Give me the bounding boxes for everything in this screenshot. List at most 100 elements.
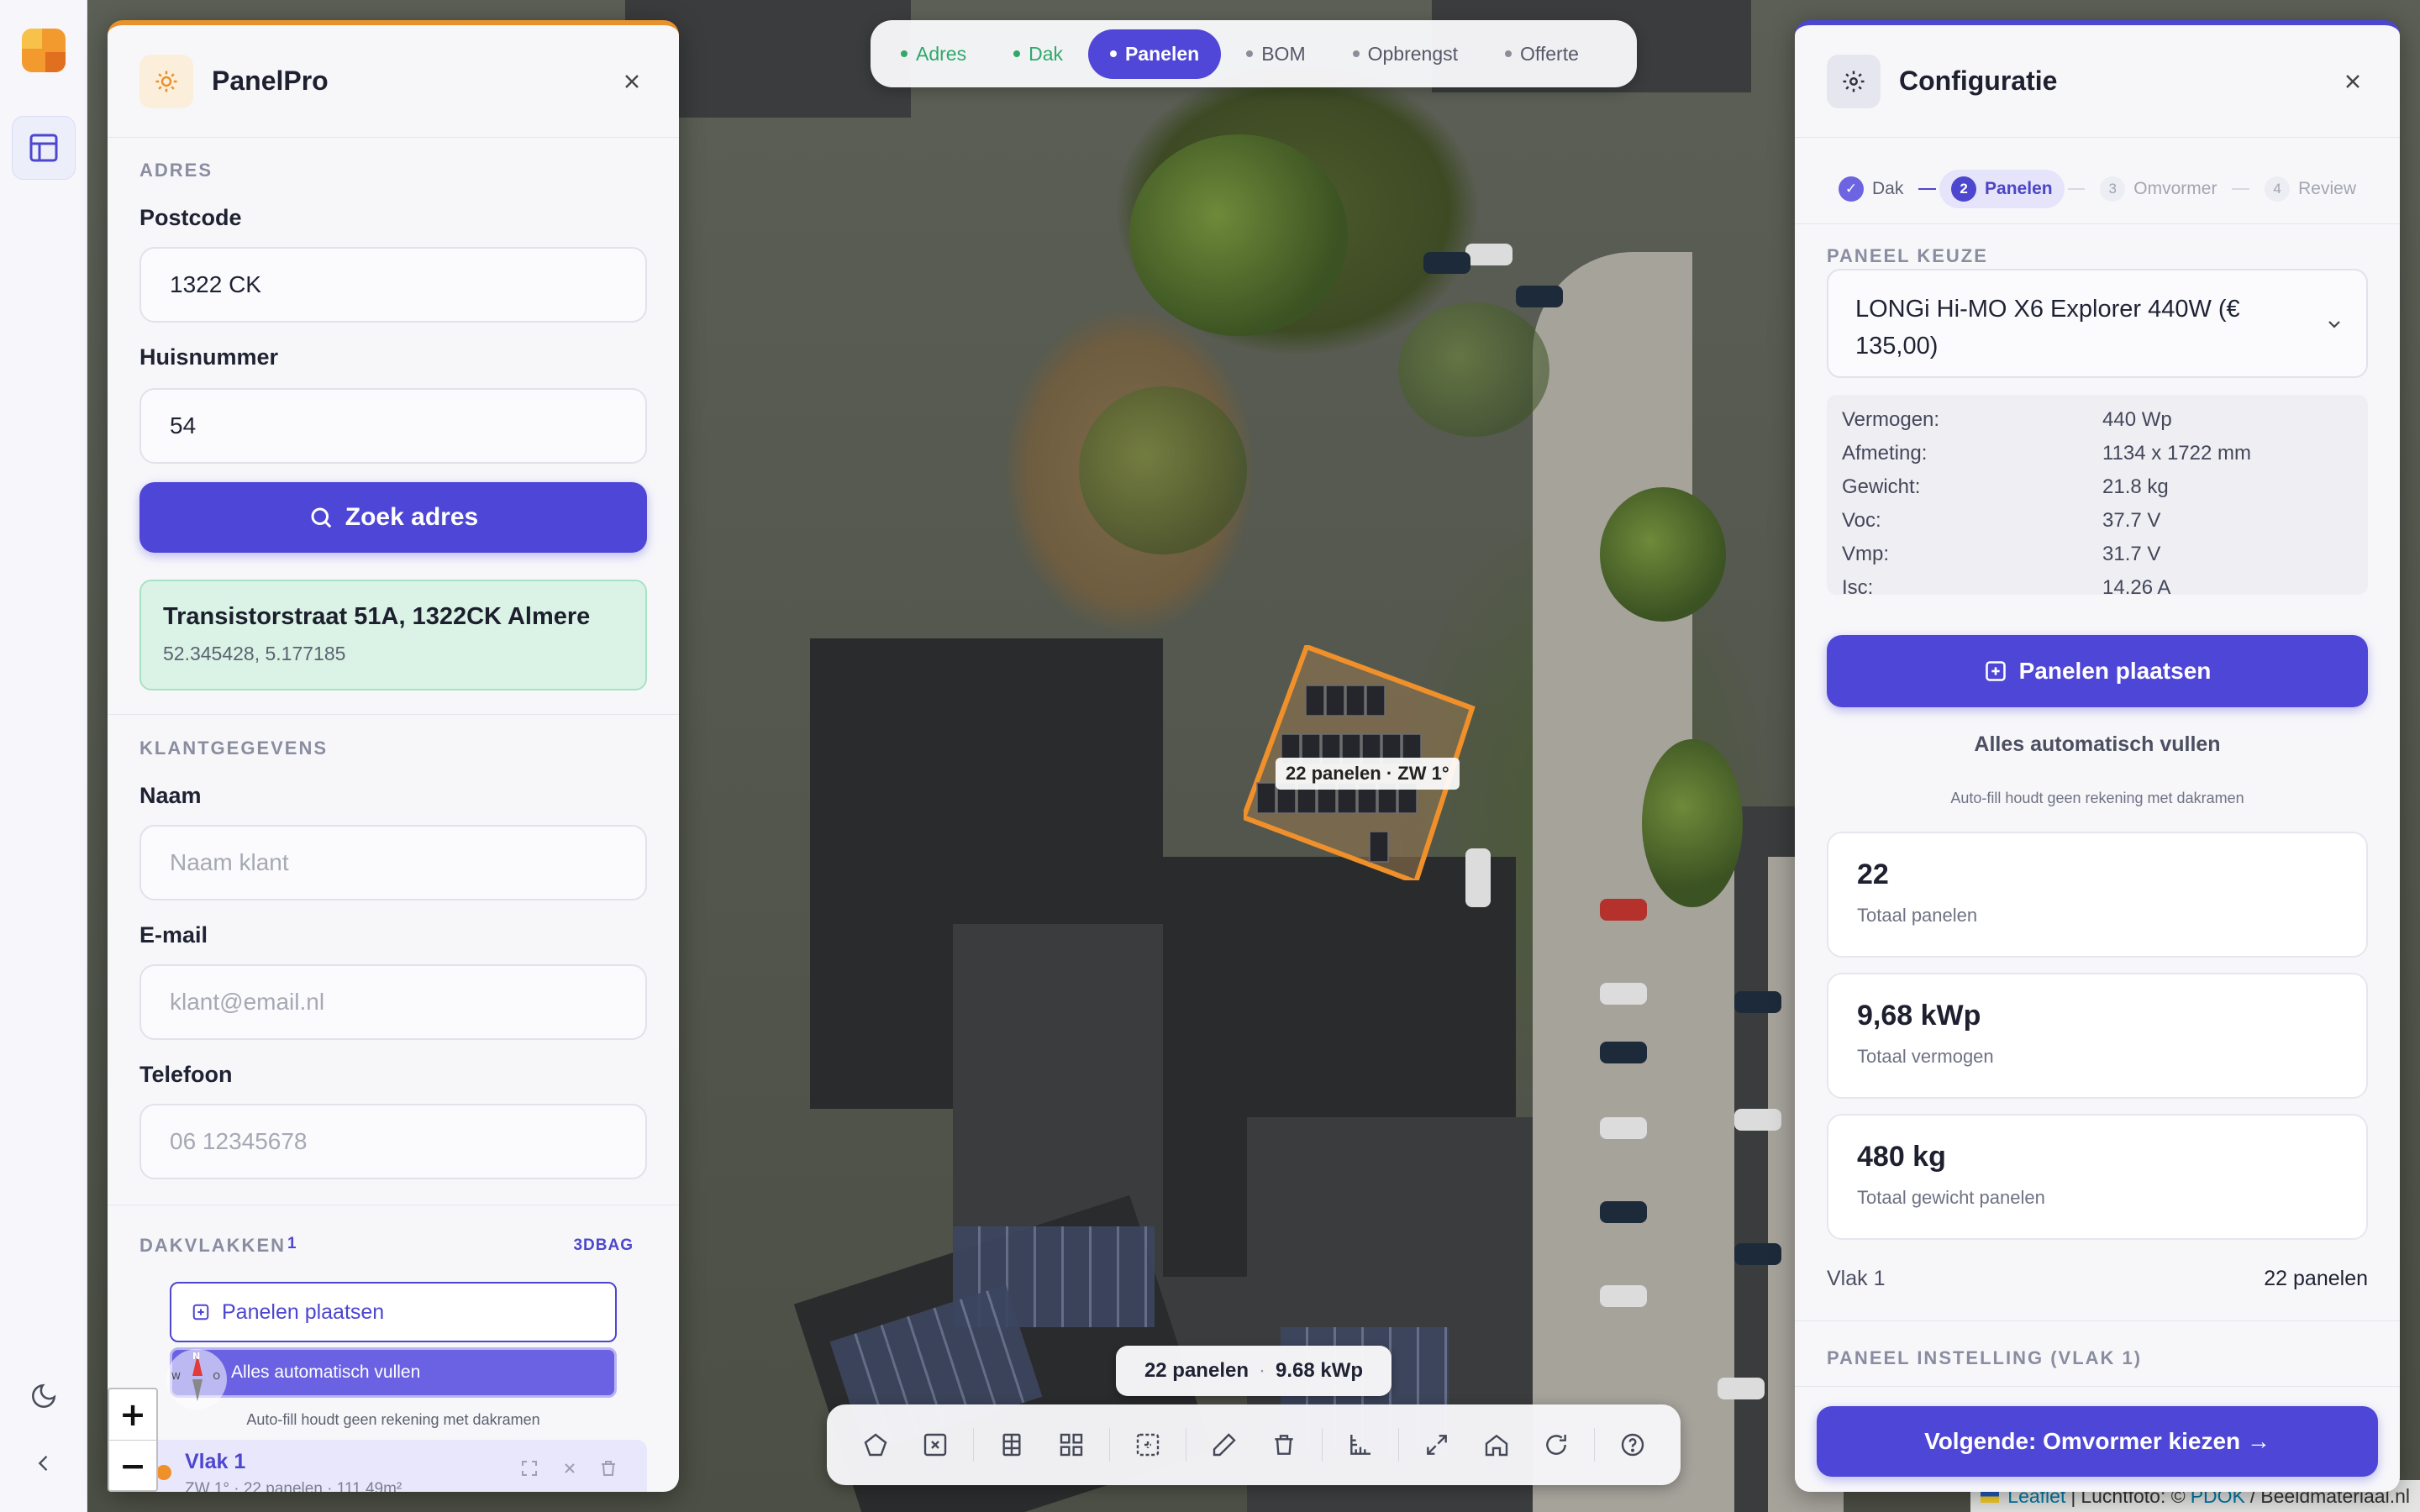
map-car — [1600, 899, 1647, 921]
wizard-step-dak[interactable]: ✓ Dak — [1827, 170, 1915, 208]
map-tree — [1642, 739, 1743, 907]
step-dot — [1246, 50, 1254, 57]
spec-value: 37.7 V — [2102, 509, 2161, 532]
pencil-icon — [1213, 1433, 1236, 1457]
layout-nav-button[interactable] — [12, 116, 76, 180]
map-car — [1718, 1378, 1765, 1399]
customer-name-input[interactable] — [139, 825, 647, 900]
map-car — [1734, 1109, 1781, 1131]
wizard-step-number: 2 — [1951, 176, 1977, 202]
map-compass[interactable]: N W O — [166, 1349, 227, 1410]
close-right-panel-button[interactable] — [2338, 66, 2368, 97]
customer-email-input[interactable] — [139, 964, 647, 1040]
email-label: E-mail — [139, 922, 208, 948]
spec-key: Vermogen: — [1842, 408, 1940, 431]
plane-delete-button[interactable] — [598, 1458, 618, 1482]
roof-plane-list-item[interactable]: Vlak 1 ZW 1° · 22 panelen · 111.49m² — [139, 1440, 647, 1492]
step-offerte[interactable]: Offerte — [1483, 29, 1601, 79]
wizard-step-panelen[interactable]: 2 Panelen — [1939, 170, 2065, 208]
panel-settings-section-title: PANEEL INSTELLING (VLAK 1) — [1827, 1347, 2143, 1368]
customer-phone-input[interactable] — [139, 1104, 647, 1179]
stat-value: 22 — [1857, 858, 1889, 890]
house-number-input[interactable] — [139, 388, 647, 464]
edit-tool[interactable] — [1202, 1423, 1246, 1467]
plus-square-icon — [192, 1304, 209, 1320]
help-tool[interactable] — [1611, 1423, 1655, 1467]
spec-key: Isc: — [1842, 576, 1874, 599]
zoom-out-button[interactable]: − — [109, 1440, 156, 1490]
step-adres[interactable]: Adres — [879, 29, 988, 79]
reset-tool[interactable] — [1534, 1423, 1578, 1467]
stat-card-power: 9,68 kWp Totaal vermogen — [1827, 973, 2368, 1099]
draw-exclusion-tool[interactable] — [913, 1423, 957, 1467]
spec-value: 21.8 kg — [2102, 475, 2169, 498]
expand-diagonal-icon — [1426, 1435, 1447, 1455]
select-dashed-icon — [1136, 1433, 1159, 1457]
stat-card-panels: 22 Totaal panelen — [1827, 832, 2368, 958]
postcode-input[interactable] — [139, 247, 647, 323]
roof-plane-label: 22 panelen · ZW 1° — [1276, 758, 1460, 790]
home-icon — [1485, 1434, 1507, 1457]
plane-fit-button[interactable] — [519, 1458, 539, 1482]
address-result-card: Transistorstraat 51A, 1322CK Almere 52.3… — [139, 580, 647, 690]
wizard-step-review[interactable]: 4 Review — [2253, 170, 2368, 208]
home-view-tool[interactable] — [1475, 1423, 1518, 1467]
spec-value: 1134 x 1722 mm — [2102, 442, 2251, 465]
autofill-button[interactable]: Alles automatisch vullen — [1795, 732, 2400, 757]
close-left-panel-button[interactable] — [617, 66, 647, 97]
next-inverter-button[interactable]: Volgende: Omvormer kiezen → — [1817, 1406, 2378, 1477]
panel-model-select[interactable]: LONGi Hi-MO X6 Explorer 440W (€ 135,00) — [1827, 269, 2368, 378]
app-badge — [139, 54, 193, 108]
left-autofill-button[interactable]: Alles automatisch vullen — [170, 1347, 617, 1398]
delete-tool[interactable] — [1262, 1423, 1306, 1467]
wizard-step-omvormer[interactable]: 3 Omvormer — [2088, 170, 2228, 208]
next-inverter-label: Volgende: Omvormer kiezen → — [1924, 1428, 2270, 1454]
place-panels-button[interactable]: Panelen plaatsen — [1827, 635, 2368, 707]
panel-layout-tool[interactable] — [1050, 1423, 1093, 1467]
wizard-step-label: Omvormer — [2133, 179, 2217, 198]
solar-panel — [1365, 685, 1386, 717]
map-car — [1423, 252, 1470, 274]
plane-remove-button[interactable] — [560, 1458, 580, 1482]
stat-value: 480 kg — [1857, 1141, 1946, 1173]
panel-grid-icon — [1002, 1433, 1021, 1457]
zoom-in-button[interactable]: + — [109, 1389, 156, 1440]
draw-polygon-tool[interactable] — [854, 1423, 897, 1467]
step-dot — [901, 50, 908, 57]
customer-section-title: KLANTGEGEVENS — [139, 738, 329, 759]
app-logo — [22, 29, 66, 72]
panel-choice-section-title: PANEEL KEUZE — [1827, 245, 1988, 266]
fullscreen-tool[interactable] — [1415, 1423, 1459, 1467]
ruler-icon — [1349, 1435, 1370, 1455]
compass-east-label: O — [213, 1371, 220, 1382]
section-divider — [1795, 1320, 2400, 1321]
map-car — [1600, 1042, 1647, 1063]
search-address-label: Zoek adres — [345, 503, 479, 531]
step-dot — [1505, 50, 1512, 57]
wizard-step-number: ✓ — [1839, 176, 1864, 202]
dark-mode-toggle[interactable] — [22, 1374, 66, 1418]
step-dak[interactable]: Dak — [992, 29, 1085, 79]
toolbar-separator — [1593, 1428, 1595, 1462]
right-panel: Configuratie ✓ Dak 2 Panelen 3 Omvormer 4 Re… — [1795, 20, 2400, 1492]
step-bom[interactable]: BOM — [1224, 29, 1327, 79]
search-address-button[interactable]: Zoek adres — [139, 482, 647, 553]
select-area-tool[interactable] — [1126, 1423, 1170, 1467]
expand-icon — [522, 1461, 537, 1476]
measure-tool[interactable] — [1339, 1423, 1382, 1467]
map-car — [1600, 1201, 1647, 1223]
left-place-panels-button[interactable]: Panelen plaatsen — [170, 1282, 617, 1342]
step-panelen[interactable]: Panelen — [1088, 29, 1222, 79]
solar-panel — [1256, 782, 1276, 814]
spec-row: Afmeting: 1134 x 1722 mm — [1842, 442, 2353, 465]
postcode-label: Postcode — [139, 205, 242, 230]
roofs-source-link[interactable]: 3DBAG — [573, 1236, 634, 1255]
place-panels-label: Panelen plaatsen — [2018, 658, 2212, 684]
map-status-pill: 22 panelen · 9.68 kWp — [1116, 1346, 1392, 1396]
search-icon — [311, 507, 332, 528]
step-opbrengst[interactable]: Opbrengst — [1331, 29, 1480, 79]
collapse-rail-button[interactable] — [22, 1441, 66, 1485]
panel-grid-tool[interactable] — [990, 1423, 1034, 1467]
map-car — [1734, 991, 1781, 1013]
right-panel-header: Configuratie — [1795, 25, 2400, 138]
